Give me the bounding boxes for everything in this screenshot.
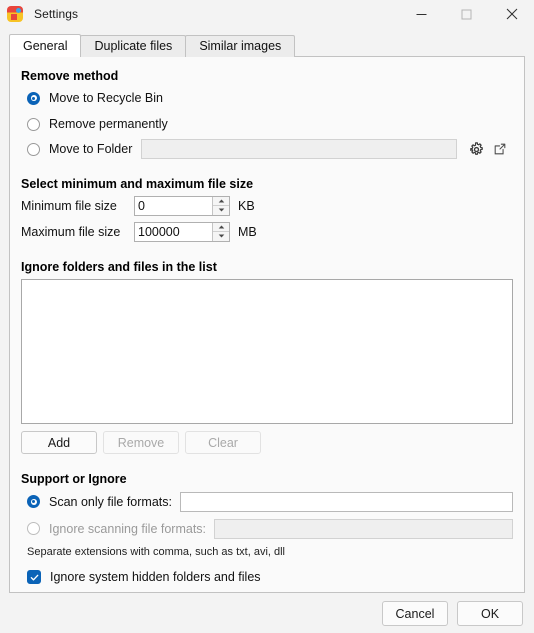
ignore-list-box[interactable] bbox=[21, 279, 513, 424]
move-to-folder-path-input[interactable] bbox=[141, 139, 458, 159]
minimum-file-size-unit: KB bbox=[238, 198, 255, 213]
radio-indicator bbox=[27, 117, 40, 131]
spin-up-icon[interactable] bbox=[213, 222, 229, 232]
spin-down-icon[interactable] bbox=[213, 206, 229, 215]
minimum-file-size-label: Minimum file size bbox=[21, 198, 117, 213]
ok-button[interactable]: OK bbox=[457, 601, 523, 626]
add-button[interactable]: Add bbox=[21, 431, 97, 454]
title-bar: Settings bbox=[0, 0, 534, 28]
maximum-file-size-stepper[interactable] bbox=[134, 221, 230, 242]
minimum-file-size-row: Minimum file size KB bbox=[21, 194, 513, 217]
move-to-folder-row: Move to Folder bbox=[21, 138, 513, 160]
minimum-file-size-spin-buttons bbox=[212, 196, 229, 215]
clear-button[interactable]: Clear bbox=[185, 431, 261, 454]
ignore-list-buttons: Add Remove Clear bbox=[21, 431, 513, 454]
general-tab-panel: Remove method Move to Recycle Bin Remove… bbox=[9, 56, 525, 593]
remove-button[interactable]: Remove bbox=[103, 431, 179, 454]
window-title: Settings bbox=[34, 7, 79, 21]
checkbox-indicator bbox=[27, 570, 41, 584]
checkbox-ignore-hidden-files-row[interactable]: Ignore system hidden folders and files bbox=[21, 566, 513, 588]
tab-general[interactable]: General bbox=[9, 34, 82, 57]
maximum-file-size-input[interactable] bbox=[135, 222, 212, 241]
tab-strip: General Duplicate files Similar images bbox=[0, 34, 534, 57]
radio-indicator bbox=[27, 91, 40, 105]
maximum-file-size-label: Maximum file size bbox=[21, 224, 121, 239]
radio-move-to-recycle-bin-label: Move to Recycle Bin bbox=[49, 91, 163, 105]
close-icon[interactable] bbox=[489, 0, 534, 28]
radio-ignore-scanning-formats[interactable] bbox=[27, 522, 40, 535]
radio-move-to-folder-label: Move to Folder bbox=[49, 142, 133, 156]
ignore-scanning-formats-input[interactable] bbox=[214, 518, 513, 539]
tab-similar-images-label: Similar images bbox=[199, 39, 282, 54]
cancel-button[interactable]: Cancel bbox=[382, 601, 448, 626]
radio-move-to-recycle-bin[interactable]: Move to Recycle Bin bbox=[21, 87, 513, 109]
spin-up-icon[interactable] bbox=[213, 196, 229, 206]
scan-only-formats-row: Scan only file formats: bbox=[21, 490, 513, 513]
tab-general-label: General bbox=[23, 38, 68, 53]
ignore-hidden-files-label: Ignore system hidden folders and files bbox=[50, 570, 261, 584]
remove-method-title: Remove method bbox=[21, 69, 119, 83]
minimize-icon[interactable] bbox=[399, 0, 444, 28]
scan-only-formats-input[interactable] bbox=[179, 491, 513, 512]
radio-remove-permanently[interactable]: Remove permanently bbox=[21, 113, 513, 135]
file-size-title: Select minimum and maximum file size bbox=[21, 177, 254, 191]
maximize-icon[interactable] bbox=[444, 0, 489, 28]
radio-move-to-folder[interactable] bbox=[27, 142, 40, 156]
tab-duplicate-files[interactable]: Duplicate files bbox=[80, 35, 187, 57]
radio-scan-only-formats[interactable] bbox=[27, 495, 40, 508]
ignore-scanning-formats-row: Ignore scanning file formats: bbox=[21, 517, 513, 540]
external-link-icon[interactable] bbox=[489, 138, 511, 160]
maximum-file-size-spin-buttons bbox=[212, 222, 229, 241]
ignore-scanning-formats-label: Ignore scanning file formats: bbox=[49, 521, 207, 536]
window-controls bbox=[399, 0, 534, 28]
tab-duplicate-files-label: Duplicate files bbox=[94, 39, 173, 54]
ignore-list-title: Ignore folders and files in the list bbox=[21, 260, 217, 274]
gear-icon[interactable] bbox=[465, 138, 487, 160]
minimum-file-size-input[interactable] bbox=[135, 196, 212, 215]
app-icon bbox=[7, 6, 23, 22]
support-ignore-title: Support or Ignore bbox=[21, 472, 127, 486]
formats-hint: Separate extensions with comma, such as … bbox=[27, 546, 286, 558]
maximum-file-size-row: Maximum file size MB bbox=[21, 220, 513, 243]
dialog-footer: Cancel OK bbox=[0, 594, 534, 633]
minimum-file-size-stepper[interactable] bbox=[134, 195, 230, 216]
radio-remove-permanently-label: Remove permanently bbox=[49, 117, 168, 131]
spin-down-icon[interactable] bbox=[213, 232, 229, 241]
maximum-file-size-unit: MB bbox=[238, 224, 257, 239]
scan-only-formats-label: Scan only file formats: bbox=[49, 494, 172, 509]
tab-similar-images[interactable]: Similar images bbox=[185, 35, 296, 57]
